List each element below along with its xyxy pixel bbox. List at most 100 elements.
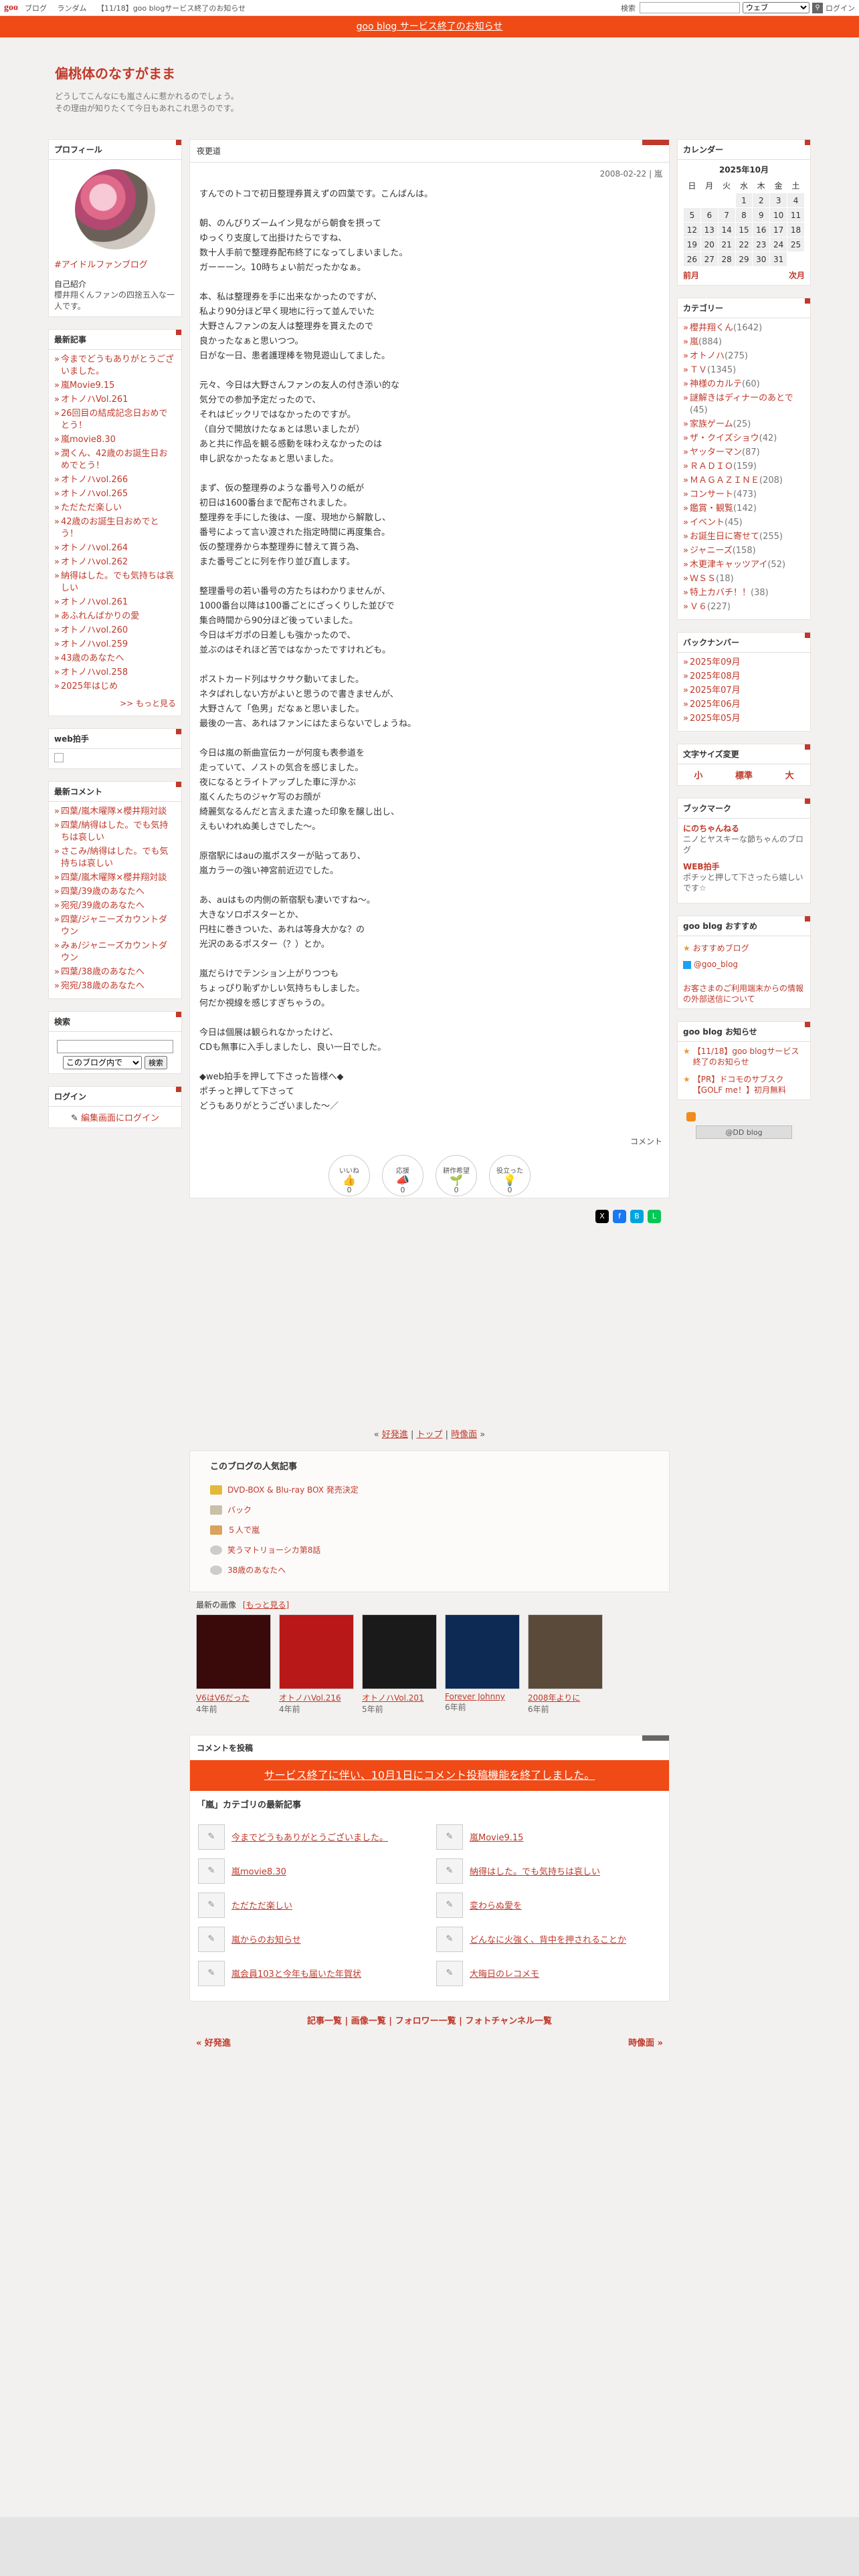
- calendar-day[interactable]: 23: [752, 237, 771, 252]
- bookmark-2-link[interactable]: WEB拍手: [683, 861, 805, 872]
- blog-search-button[interactable]: 検索: [145, 1056, 167, 1069]
- category-latest-link[interactable]: 納得はした。でも気持ちは哀しい: [470, 1864, 600, 1877]
- category-link[interactable]: 謎解きはディナーのあとで: [690, 393, 793, 403]
- recommend-blog-link[interactable]: おすすめブログ: [693, 944, 749, 953]
- image-thumb[interactable]: Forever Johnny 6年前: [445, 1614, 521, 1715]
- comment-entry-link[interactable]: みぁ/ジャニーズカウントダウン: [61, 941, 167, 963]
- category-latest-link[interactable]: ただただ楽しい: [231, 1899, 292, 1911]
- category-link[interactable]: 神様のカルテ: [690, 379, 742, 389]
- recent-entry-link[interactable]: 潤くん、42歳のお誕生日おめでとう！: [61, 449, 168, 471]
- reaction-button[interactable]: 役立った 💡 0: [489, 1155, 531, 1196]
- category-link[interactable]: 家族ゲーム: [690, 419, 733, 429]
- calendar-day[interactable]: 27: [700, 251, 719, 267]
- calendar-day[interactable]: 26: [683, 251, 701, 267]
- footer-images-link[interactable]: 画像一覧: [351, 2016, 386, 2026]
- calendar-day[interactable]: 8: [735, 207, 753, 223]
- backnumber-link[interactable]: 2025年09月: [690, 657, 741, 667]
- recent-entry-link[interactable]: オトノハvol.261: [61, 597, 128, 607]
- recent-entry-link[interactable]: オトノハvol.262: [61, 557, 128, 567]
- category-latest-link[interactable]: 今までどうもありがとうございました。: [231, 1830, 388, 1843]
- external-info-link[interactable]: お客さまのご利用端末からの情報の外部送信について: [683, 984, 803, 1004]
- footer-next-link[interactable]: 時像面 »: [628, 2036, 663, 2048]
- popular-item-link[interactable]: ５人で嵐: [227, 1521, 260, 1539]
- webclap-image-icon[interactable]: [54, 753, 64, 762]
- notice-link-1[interactable]: 【11/18】goo blogサービス終了のお知らせ: [693, 1046, 805, 1067]
- calendar-day[interactable]: 4: [787, 193, 805, 208]
- calendar-day[interactable]: 7: [717, 207, 736, 223]
- category-latest-link[interactable]: 嵐会員103と今年も届いた年賀状: [231, 1967, 361, 1979]
- thumbnail-image[interactable]: [445, 1614, 520, 1689]
- recent-entry-link[interactable]: 26回目の結成記念日おめでとう！: [61, 409, 168, 431]
- nav-notice[interactable]: 【11/18】goo blogサービス終了のお知らせ: [97, 4, 246, 13]
- comment-entry-link[interactable]: さこみ/納得はした。でも気持ちは哀しい: [61, 847, 168, 869]
- blog-search-input[interactable]: [57, 1040, 173, 1053]
- edit-login-link[interactable]: 編集画面にログイン: [81, 1113, 159, 1123]
- backnumber-link[interactable]: 2025年07月: [690, 685, 741, 695]
- nav-next-link[interactable]: 時像面: [451, 1430, 477, 1440]
- search-scope-select[interactable]: ウェブ: [743, 2, 809, 13]
- comment-entry-link[interactable]: 四葉/納得はした。でも気持ちは哀しい: [61, 821, 168, 843]
- category-link[interactable]: 特上カバチ！！: [690, 588, 751, 598]
- fontsize-small-button[interactable]: 小: [694, 768, 702, 781]
- images-more-link[interactable]: [もっと見る]: [243, 1600, 289, 1610]
- image-thumb[interactable]: オトノハVol.201 5年前: [362, 1614, 438, 1715]
- goo-blog-badge[interactable]: @DD blog: [696, 1125, 792, 1139]
- thumbnail-image[interactable]: [362, 1614, 437, 1689]
- reaction-button[interactable]: 耕作希望 🌱 0: [436, 1155, 477, 1196]
- recent-entry-link[interactable]: 嵐movie8.30: [61, 435, 116, 445]
- calendar-day[interactable]: 17: [769, 222, 788, 237]
- recent-entry-link[interactable]: 42歳のお誕生日おめでとう！: [61, 517, 159, 539]
- category-link[interactable]: ヤッターマン: [690, 447, 742, 457]
- backnumber-link[interactable]: 2025年05月: [690, 714, 741, 724]
- category-link[interactable]: ＷＳＳ: [690, 574, 716, 584]
- recent-more-link[interactable]: >> もっと見る: [120, 699, 176, 708]
- calendar-day[interactable]: 28: [717, 251, 736, 267]
- calendar-day[interactable]: 5: [683, 207, 701, 223]
- fontsize-normal-button[interactable]: 標準: [735, 768, 753, 781]
- article-title[interactable]: 夜更道: [190, 140, 669, 163]
- image-thumb[interactable]: 2008年よりに 6年前: [528, 1614, 604, 1715]
- category-latest-link[interactable]: 嵐Movie9.15: [470, 1830, 523, 1843]
- calendar-day[interactable]: 9: [752, 207, 771, 223]
- recent-entry-link[interactable]: オトノハvol.260: [61, 625, 128, 635]
- category-link[interactable]: オトノハ: [690, 351, 725, 361]
- calendar-day[interactable]: 21: [717, 237, 736, 252]
- blog-title[interactable]: 偏桃体のなすがまま: [55, 63, 804, 82]
- recent-entry-link[interactable]: オトノハvol.266: [61, 475, 128, 485]
- calendar-day[interactable]: 20: [700, 237, 719, 252]
- recent-entry-link[interactable]: オトノハvol.259: [61, 639, 128, 649]
- calendar-day[interactable]: 18: [787, 222, 805, 237]
- calendar-day[interactable]: 29: [735, 251, 753, 267]
- nav-prev-link[interactable]: 好発進: [382, 1430, 408, 1440]
- global-search-input[interactable]: [640, 2, 740, 13]
- category-link[interactable]: お誕生日に寄せて: [690, 532, 759, 542]
- calendar-day[interactable]: 3: [769, 193, 788, 208]
- calendar-day[interactable]: 6: [700, 207, 719, 223]
- popular-item-link[interactable]: バック: [227, 1501, 252, 1519]
- thumb-caption[interactable]: オトノハVol.216: [279, 1692, 355, 1703]
- comment-entry-link[interactable]: 四葉/ジャニーズカウントダウン: [61, 915, 167, 937]
- reaction-button[interactable]: いいね 👍 0: [328, 1155, 370, 1196]
- comment-entry-link[interactable]: 四葉/嵐木曜隊×櫻井翔対談: [61, 807, 167, 817]
- hatena-share-icon[interactable]: B: [630, 1210, 644, 1223]
- thumbnail-image[interactable]: [279, 1614, 354, 1689]
- backnumber-link[interactable]: 2025年06月: [690, 700, 741, 710]
- calendar-day[interactable]: 24: [769, 237, 788, 252]
- calendar-day[interactable]: 14: [717, 222, 736, 237]
- calendar-day[interactable]: 12: [683, 222, 701, 237]
- footer-followers-link[interactable]: フォロワー一覧: [395, 2016, 456, 2026]
- category-link[interactable]: イベント: [690, 518, 725, 528]
- calendar-day[interactable]: 30: [752, 251, 771, 267]
- category-link[interactable]: 鑑賞・観覧: [690, 504, 733, 514]
- search-icon[interactable]: ⚲: [812, 2, 823, 13]
- nav-top-link[interactable]: トップ: [416, 1430, 442, 1440]
- thumb-caption[interactable]: 2008年よりに: [528, 1692, 604, 1703]
- notice-link-2[interactable]: 【PR】ドコモのサブスク【GOLF me！】初月無料: [693, 1074, 805, 1095]
- category-link[interactable]: ジャニーズ: [690, 546, 733, 556]
- recent-entry-link[interactable]: 嵐Movie9.15: [61, 381, 114, 391]
- recent-entry-link[interactable]: オトノハvol.265: [61, 489, 128, 499]
- calendar-day[interactable]: 2: [752, 193, 771, 208]
- category-link[interactable]: ＴＶ: [690, 365, 707, 375]
- nav-blog[interactable]: ブログ: [25, 4, 47, 13]
- comment-entry-link[interactable]: 四葉/嵐木曜隊×櫻井翔対談: [61, 873, 167, 883]
